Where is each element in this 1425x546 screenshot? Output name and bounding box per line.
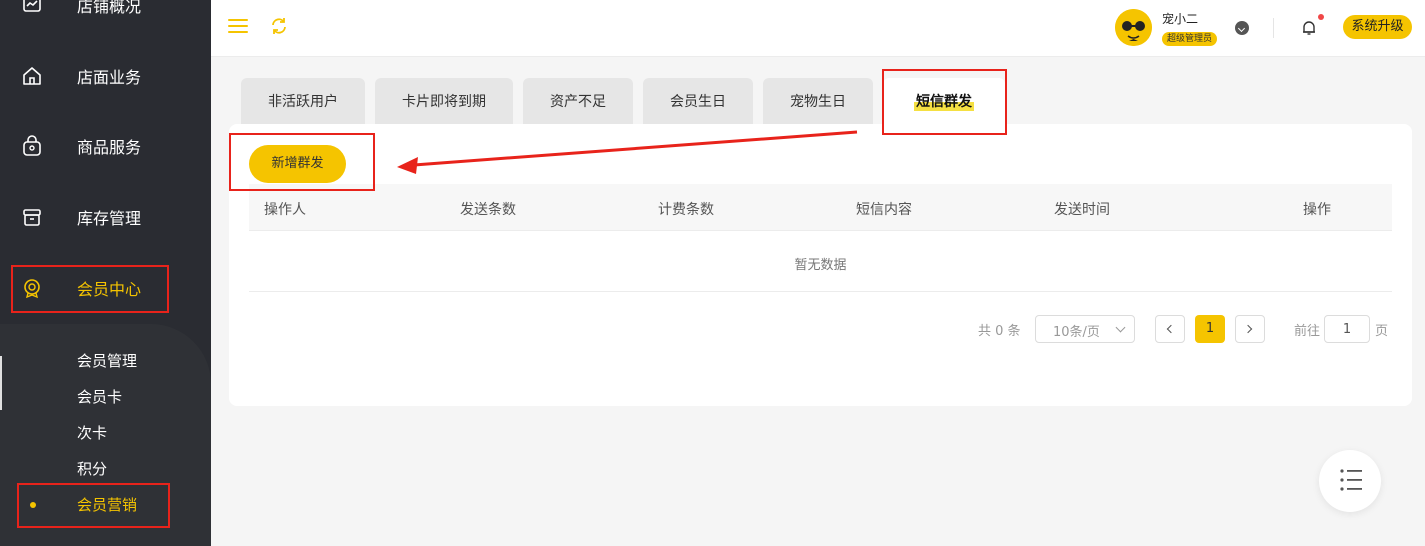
prev-page-button[interactable] [1155, 315, 1185, 343]
goto-label: 前往 [1294, 324, 1321, 339]
annotation-box-add-button [229, 133, 375, 191]
tab-member-birthday[interactable]: 会员生日 [643, 78, 753, 124]
page-number-current[interactable]: 1 [1195, 315, 1225, 343]
sidebar-subitem-times-card[interactable]: 次卡 [0, 417, 211, 447]
system-upgrade-button[interactable]: 系统升级 [1343, 15, 1412, 39]
column-header: 操作 [1303, 202, 1331, 218]
chevron-left-icon [1166, 324, 1176, 334]
notification-dot [1318, 14, 1324, 20]
divider [1273, 18, 1274, 38]
list-icon [1340, 469, 1362, 491]
sidebar-item-overview[interactable]: 店铺概况 [0, 0, 211, 28]
tab-label: 资产不足 [550, 94, 606, 110]
page-size-value: 10条/页 [1053, 325, 1100, 340]
sidebar-item-inventory[interactable]: 库存管理 [0, 194, 211, 240]
chevron-down-icon [1115, 322, 1126, 333]
goto-suffix: 页 [1375, 324, 1389, 339]
bell-icon[interactable] [1301, 20, 1317, 36]
tab-label: 会员生日 [670, 94, 726, 110]
annotation-box-sms-tab [882, 69, 1007, 135]
tab-label: 非活跃用户 [268, 94, 338, 110]
sidebar-subitem-points[interactable]: 积分 [0, 453, 211, 483]
tab-pet-birthday[interactable]: 宠物生日 [763, 78, 873, 124]
menu-toggle-icon[interactable] [228, 18, 248, 34]
tab-label: 宠物生日 [790, 94, 846, 110]
tab-inactive-users[interactable]: 非活跃用户 [241, 78, 365, 124]
sidebar-subitem-label: 会员卡 [77, 388, 123, 406]
chevron-right-icon [1243, 324, 1253, 334]
username: 宠小二 [1162, 12, 1199, 26]
sidebar-item-label: 库存管理 [77, 209, 142, 228]
column-header: 操作人 [264, 202, 306, 218]
column-header: 发送时间 [1054, 202, 1110, 218]
column-header: 计费条数 [658, 202, 714, 218]
page-size-select[interactable]: 10条/页 [1035, 315, 1135, 343]
tab-card-expiring[interactable]: 卡片即将到期 [375, 78, 513, 124]
sidebar-item-label: 店面业务 [77, 68, 142, 87]
goto-page-input[interactable] [1324, 315, 1370, 343]
sidebar-subitem-member-management[interactable]: 会员管理 [0, 345, 211, 375]
sidebar-subitem-label: 积分 [77, 460, 108, 478]
column-header: 发送条数 [460, 202, 516, 218]
sidebar-item-store-business[interactable]: 店面业务 [0, 53, 211, 99]
column-header: 短信内容 [856, 202, 912, 218]
sidebar-subitem-label: 次卡 [77, 424, 108, 442]
empty-table-body: 暂无数据 [249, 231, 1392, 292]
refresh-icon[interactable] [269, 16, 289, 36]
sidebar-subitem-member-card[interactable]: 会员卡 [0, 381, 211, 411]
table-header: 操作人 发送条数 计费条数 短信内容 发送时间 操作 [249, 184, 1392, 231]
shopping-bag-icon [21, 135, 43, 157]
chevron-down-icon[interactable] [1235, 21, 1249, 35]
tab-label: 卡片即将到期 [402, 94, 486, 110]
floating-list-button[interactable] [1319, 450, 1381, 512]
role-badge: 超级管理员 [1162, 32, 1218, 46]
inventory-box-icon [21, 206, 43, 228]
sidebar-item-label: 商品服务 [77, 138, 142, 157]
sidebar-subitem-label: 会员管理 [77, 352, 138, 370]
sidebar-item-label: 店铺概况 [77, 0, 142, 16]
annotation-box-member-center [11, 265, 169, 313]
avatar[interactable] [1115, 9, 1152, 46]
annotation-box-member-marketing [17, 483, 170, 528]
sidebar-item-product-service[interactable]: 商品服务 [0, 123, 211, 169]
pagination-total: 共 0 条 [978, 324, 1021, 339]
chart-board-icon [21, 0, 43, 16]
tab-low-assets[interactable]: 资产不足 [523, 78, 633, 124]
top-header: 宠小二 超级管理员 系统升级 [211, 0, 1425, 57]
home-icon [21, 65, 43, 87]
empty-state-text: 暂无数据 [794, 258, 847, 273]
next-page-button[interactable] [1235, 315, 1265, 343]
